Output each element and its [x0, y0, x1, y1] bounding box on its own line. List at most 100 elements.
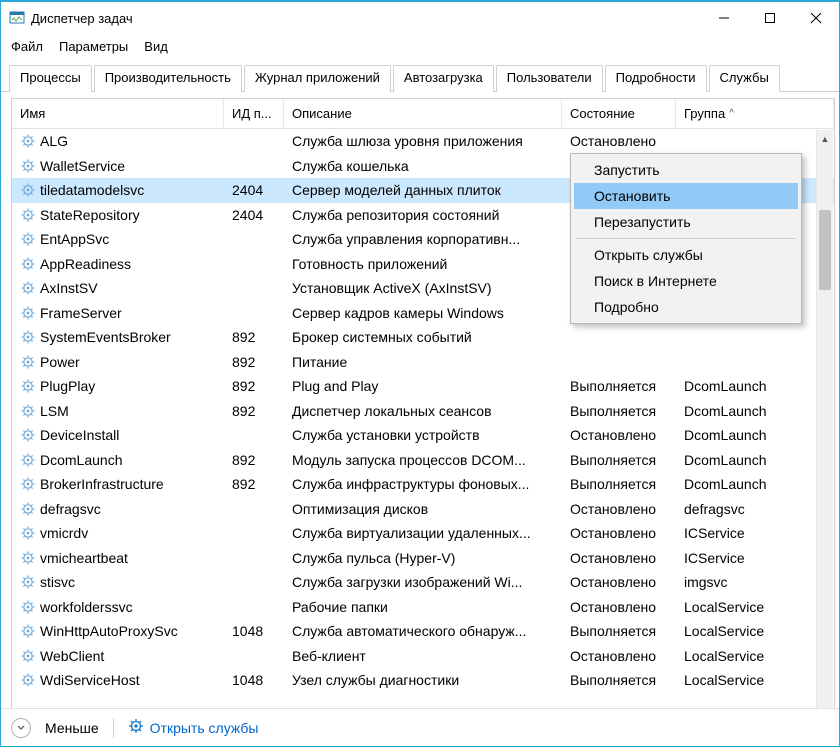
col-name[interactable]: Имя [12, 99, 224, 128]
ctx-details[interactable]: Подробно [574, 294, 798, 320]
table-row[interactable]: workfolderssvcРабочие папкиОстановленоLo… [12, 595, 834, 620]
services-grid: Имя ИД п... Описание Состояние Группа^ A… [11, 98, 835, 708]
service-name: SystemEventsBroker [40, 329, 171, 345]
table-row[interactable]: vmicrdvСлужба виртуализации удаленных...… [12, 521, 834, 546]
tab-services[interactable]: Службы [709, 65, 780, 92]
tab-processes[interactable]: Процессы [9, 65, 92, 92]
service-pid: 1048 [224, 623, 284, 639]
tab-users[interactable]: Пользователи [496, 65, 603, 92]
ctx-stop[interactable]: Остановить [574, 183, 798, 209]
service-icon [20, 403, 36, 419]
table-row[interactable]: DeviceInstallСлужба установки устройствО… [12, 423, 834, 448]
table-row[interactable]: DcomLaunch892Модуль запуска процессов DC… [12, 448, 834, 473]
table-row[interactable]: SystemEventsBroker892Брокер системных со… [12, 325, 834, 350]
service-name: BrokerInfrastructure [40, 476, 164, 492]
service-icon [20, 476, 36, 492]
tab-app-history[interactable]: Журнал приложений [244, 65, 391, 92]
service-icon [20, 329, 36, 345]
table-row[interactable]: PlugPlay892Plug and PlayВыполняетсяDcomL… [12, 374, 834, 399]
service-description: Служба управления корпоративн... [284, 231, 562, 247]
service-description: Оптимизация дисков [284, 501, 562, 517]
service-description: Брокер системных событий [284, 329, 562, 345]
service-description: Plug and Play [284, 378, 562, 394]
menubar: Файл Параметры Вид [1, 34, 839, 58]
service-name: stisvc [40, 574, 75, 590]
service-description: Служба загрузки изображений Wi... [284, 574, 562, 590]
service-icon [20, 501, 36, 517]
table-row[interactable]: stisvc Служба загрузки изображений Wi...О… [12, 570, 834, 595]
service-state: Остановлено [562, 574, 676, 590]
service-icon [20, 574, 36, 590]
service-name: AxInstSV [40, 280, 98, 296]
service-pid: 892 [224, 403, 284, 419]
window-title: Диспетчер задач [31, 11, 133, 26]
tab-performance[interactable]: Производительность [94, 65, 242, 92]
menu-options[interactable]: Параметры [59, 39, 128, 54]
service-icon [20, 354, 36, 370]
table-row[interactable]: WdiServiceHost1048Узел службы диагностик… [12, 668, 834, 693]
context-menu: Запустить Остановить Перезапустить Откры… [570, 153, 802, 324]
fewer-details-label[interactable]: Меньше [45, 720, 99, 736]
service-group: LocalService [676, 599, 834, 615]
open-services-label: Открыть службы [150, 720, 259, 736]
service-icon [20, 256, 36, 272]
vertical-scrollbar[interactable]: ▲ ▼ [816, 130, 833, 708]
maximize-button[interactable] [747, 2, 793, 34]
service-icon [20, 452, 36, 468]
service-icon [20, 378, 36, 394]
table-row[interactable]: Power892Питание [12, 350, 834, 375]
service-state: Выполняется [562, 623, 676, 639]
open-services-link[interactable]: Открыть службы [128, 718, 259, 737]
services-panel: Имя ИД п... Описание Состояние Группа^ A… [1, 92, 839, 708]
col-name-label: Имя [20, 106, 45, 121]
table-row[interactable]: WebClientВеб-клиентОстановленоLocalServi… [12, 644, 834, 669]
table-row[interactable]: ALGСлужба шлюза уровня приложенияОстанов… [12, 129, 834, 154]
service-name: defragsvc [40, 501, 101, 517]
fewer-details-icon[interactable] [11, 718, 31, 738]
service-description: Служба установки устройств [284, 427, 562, 443]
scroll-thumb[interactable] [819, 210, 831, 290]
table-row[interactable]: vmicheartbeatСлужба пульса (Hyper-V)Оста… [12, 546, 834, 571]
sort-indicator-icon: ^ [729, 108, 734, 119]
table-row[interactable]: defragsvcОптимизация дисковОстановленоde… [12, 497, 834, 522]
tab-details[interactable]: Подробности [605, 65, 707, 92]
service-state: Остановлено [562, 648, 676, 664]
tab-startup[interactable]: Автозагрузка [393, 65, 494, 92]
service-description: Питание [284, 354, 562, 370]
service-pid: 892 [224, 378, 284, 394]
service-description: Служба шлюза уровня приложения [284, 133, 562, 149]
col-state[interactable]: Состояние [562, 99, 676, 128]
service-group: DcomLaunch [676, 378, 834, 394]
service-icon [20, 231, 36, 247]
titlebar: Диспетчер задач [1, 2, 839, 34]
service-pid: 892 [224, 476, 284, 492]
service-group: ICService [676, 525, 834, 541]
menu-file[interactable]: Файл [11, 39, 43, 54]
service-state: Выполняется [562, 476, 676, 492]
ctx-start[interactable]: Запустить [574, 157, 798, 183]
col-pid[interactable]: ИД п... [224, 99, 284, 128]
tabbar: Процессы Производительность Журнал прило… [1, 58, 839, 92]
service-group: DcomLaunch [676, 403, 834, 419]
col-description[interactable]: Описание [284, 99, 562, 128]
col-group[interactable]: Группа^ [676, 99, 834, 128]
col-desc-label: Описание [292, 106, 352, 121]
scroll-up-icon[interactable]: ▲ [817, 130, 833, 147]
service-description: Диспетчер локальных сеансов [284, 403, 562, 419]
table-row[interactable]: WinHttpAutoProxySvc1048Служба автоматиче… [12, 619, 834, 644]
service-icon [20, 207, 36, 223]
menu-view[interactable]: Вид [144, 39, 168, 54]
service-state: Остановлено [562, 525, 676, 541]
close-button[interactable] [793, 2, 839, 34]
service-name: WalletService [40, 158, 125, 174]
ctx-search-online[interactable]: Поиск в Интернете [574, 268, 798, 294]
ctx-restart[interactable]: Перезапустить [574, 209, 798, 235]
table-row[interactable]: BrokerInfrastructure892Служба инфраструк… [12, 472, 834, 497]
service-state: Остановлено [562, 133, 676, 149]
ctx-open-services[interactable]: Открыть службы [574, 242, 798, 268]
service-state: Выполняется [562, 403, 676, 419]
service-icon [20, 427, 36, 443]
minimize-button[interactable] [701, 2, 747, 34]
service-group: LocalService [676, 672, 834, 688]
table-row[interactable]: LSM892Диспетчер локальных сеансовВыполня… [12, 399, 834, 424]
